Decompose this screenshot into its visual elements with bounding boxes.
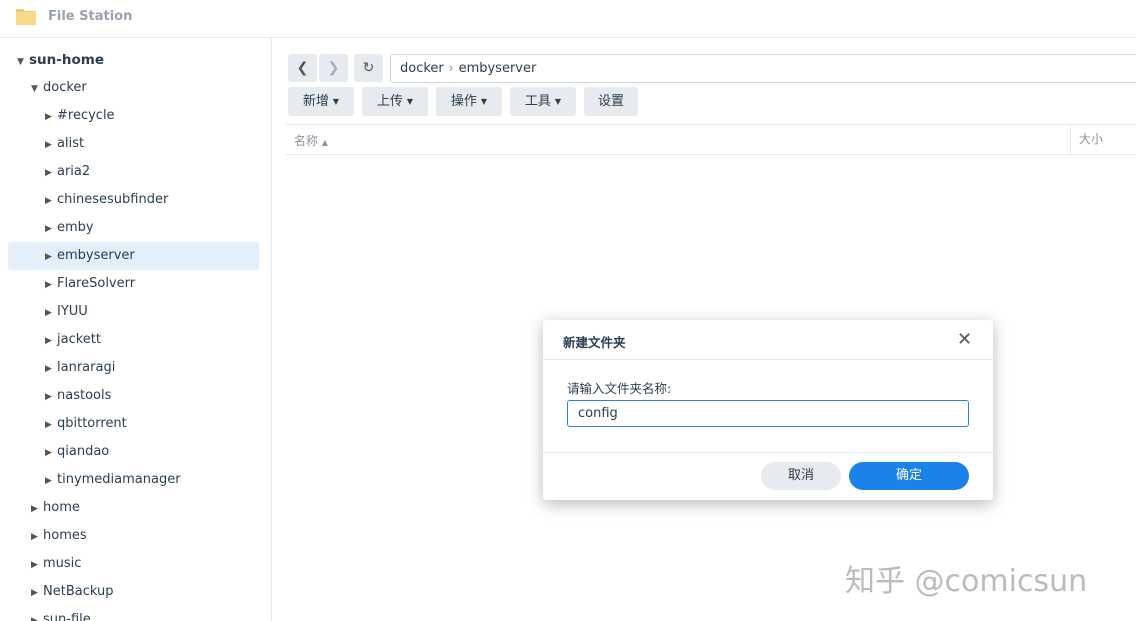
tree-item-nastools[interactable]: ▶ nastools bbox=[45, 382, 111, 410]
new-button[interactable]: 新增 ▼ bbox=[288, 87, 354, 116]
tree-item-tinymediamanager[interactable]: ▶ tinymediamanager bbox=[45, 466, 181, 494]
tools-button[interactable]: 工具 ▼ bbox=[510, 87, 576, 116]
chevron-right-icon: ▶ bbox=[45, 476, 52, 486]
breadcrumb-separator-icon: › bbox=[448, 61, 454, 75]
chevron-right-icon: ▶ bbox=[45, 392, 52, 402]
column-header: 名称 ▲ 大小 bbox=[286, 124, 1136, 155]
chevron-right-icon: ▶ bbox=[31, 504, 38, 514]
chevron-down-icon: ▼ bbox=[31, 84, 38, 94]
confirm-button[interactable]: 确定 bbox=[849, 462, 969, 490]
tree-item-aria2[interactable]: ▶ aria2 bbox=[45, 158, 90, 186]
chevron-right-icon: ▶ bbox=[45, 420, 52, 430]
cancel-button[interactable]: 取消 bbox=[761, 462, 841, 490]
caret-down-icon: ▼ bbox=[332, 97, 340, 106]
tree-item-flaresolverr[interactable]: ▶ FlareSolverr bbox=[45, 270, 135, 298]
chevron-right-icon: ▶ bbox=[45, 280, 52, 290]
tree-item-homes[interactable]: ▶ homes bbox=[31, 522, 87, 550]
folder-name-input[interactable] bbox=[567, 400, 969, 427]
refresh-icon: ↻ bbox=[362, 60, 375, 76]
path-segment-docker[interactable]: docker bbox=[400, 61, 444, 76]
tree-item-home[interactable]: ▶ home bbox=[31, 494, 80, 522]
chevron-right-icon: ▶ bbox=[45, 364, 52, 374]
new-folder-dialog: 新建文件夹 ✕ 请输入文件夹名称: 取消 确定 bbox=[543, 320, 993, 500]
tree-item-recycle[interactable]: ▶ #recycle bbox=[45, 102, 115, 130]
chevron-down-icon: ▼ bbox=[17, 57, 24, 67]
chevron-left-icon: ❮ bbox=[296, 60, 309, 76]
chevron-right-icon: ▶ bbox=[45, 336, 52, 346]
chevron-right-icon: ▶ bbox=[45, 112, 52, 122]
chevron-right-icon: ▶ bbox=[45, 224, 52, 234]
app-title: File Station bbox=[48, 9, 133, 24]
tree-item-sun-file[interactable]: ▶ sun-file bbox=[31, 606, 91, 621]
tree-item-qbittorrent[interactable]: ▶ qbittorrent bbox=[45, 410, 127, 438]
divider bbox=[543, 452, 993, 453]
tree-item-jackett[interactable]: ▶ jackett bbox=[45, 326, 101, 354]
tree-item-netbackup[interactable]: ▶ NetBackup bbox=[31, 578, 113, 606]
caret-down-icon: ▼ bbox=[480, 97, 488, 106]
tree-item-embyserver[interactable]: ▶ embyserver bbox=[45, 242, 135, 270]
caret-down-icon: ▼ bbox=[554, 97, 562, 106]
chevron-right-icon: ▶ bbox=[45, 168, 52, 178]
tree-item-chinesesubfinder[interactable]: ▶ chinesesubfinder bbox=[45, 186, 168, 214]
chevron-right-icon: ❯ bbox=[327, 60, 340, 76]
tree-item-emby[interactable]: ▶ emby bbox=[45, 214, 94, 242]
tree-item-qiandao[interactable]: ▶ qiandao bbox=[45, 438, 109, 466]
folder-name-label: 请输入文件夹名称: bbox=[567, 381, 672, 396]
chevron-right-icon: ▶ bbox=[31, 532, 38, 542]
title-bar: File Station bbox=[0, 0, 1136, 38]
action-button[interactable]: 操作 ▼ bbox=[436, 87, 502, 116]
settings-button[interactable]: 设置 bbox=[584, 87, 638, 116]
tree-item-music[interactable]: ▶ music bbox=[31, 550, 81, 578]
folder-icon bbox=[16, 9, 36, 25]
chevron-right-icon: ▶ bbox=[31, 560, 38, 570]
sidebar-tree: ▼ sun-home ▼ docker ▶ #recycle ▶ alist ▶ aria… bbox=[0, 38, 272, 621]
chevron-right-icon: ▶ bbox=[31, 588, 38, 598]
close-icon[interactable]: ✕ bbox=[957, 329, 972, 350]
chevron-right-icon: ▶ bbox=[45, 308, 52, 318]
chevron-right-icon: ▶ bbox=[31, 616, 38, 621]
sort-ascending-icon: ▲ bbox=[321, 138, 328, 147]
forward-button[interactable]: ❯ bbox=[319, 54, 348, 82]
chevron-right-icon: ▶ bbox=[45, 448, 52, 458]
tree-item-docker[interactable]: ▼ docker bbox=[31, 74, 87, 102]
tree-item-iyuu[interactable]: ▶ IYUU bbox=[45, 298, 88, 326]
dialog-title: 新建文件夹 bbox=[563, 335, 626, 350]
watermark: 知乎 @comicsun bbox=[845, 564, 1088, 599]
path-segment-embyserver[interactable]: embyserver bbox=[459, 61, 537, 76]
chevron-right-icon: ▶ bbox=[45, 252, 52, 262]
path-bar[interactable]: docker › embyserver bbox=[390, 54, 1136, 83]
refresh-button[interactable]: ↻ bbox=[354, 54, 383, 82]
back-button[interactable]: ❮ bbox=[288, 54, 317, 82]
tree-root-sun-home[interactable]: ▼ sun-home bbox=[17, 46, 104, 74]
tree-item-alist[interactable]: ▶ alist bbox=[45, 130, 84, 158]
column-name[interactable]: 名称 ▲ bbox=[294, 132, 328, 149]
divider bbox=[543, 359, 993, 360]
upload-button[interactable]: 上传 ▼ bbox=[362, 87, 428, 116]
chevron-right-icon: ▶ bbox=[45, 196, 52, 206]
caret-down-icon: ▼ bbox=[406, 97, 414, 106]
column-size[interactable]: 大小 bbox=[1070, 125, 1103, 154]
chevron-right-icon: ▶ bbox=[45, 140, 52, 150]
tree-item-lanraragi[interactable]: ▶ lanraragi bbox=[45, 354, 115, 382]
